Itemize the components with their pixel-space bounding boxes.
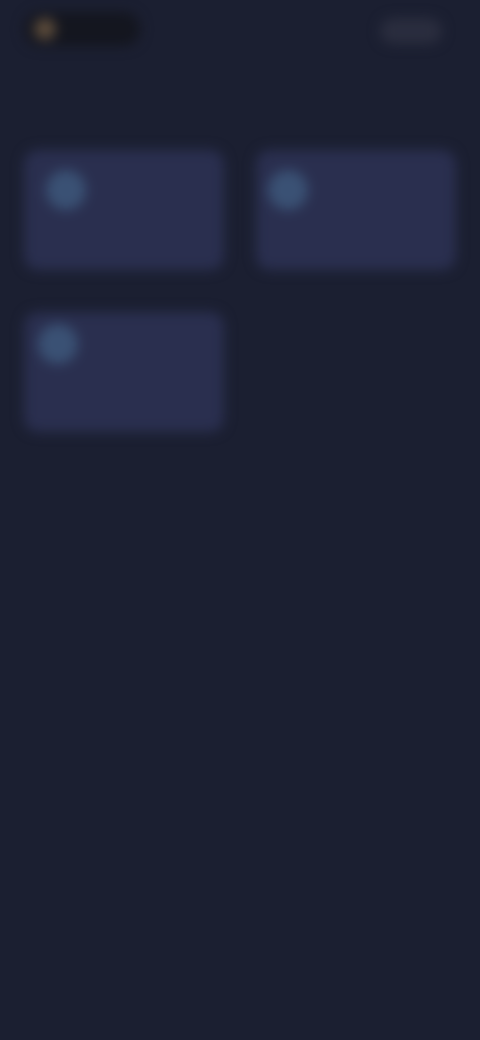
grid-card[interactable] <box>256 150 456 270</box>
app-icon <box>38 324 78 364</box>
top-action-button[interactable] <box>380 18 442 44</box>
brand[interactable] <box>24 12 140 46</box>
page-title <box>0 80 480 110</box>
app-icon <box>46 170 86 210</box>
logo-icon <box>34 18 56 40</box>
blurred-content <box>0 0 480 1040</box>
grid-card[interactable] <box>24 150 224 270</box>
top-bar <box>0 0 480 64</box>
app-icon <box>268 170 308 210</box>
grid-card[interactable] <box>24 312 224 432</box>
app-screen <box>0 0 480 1040</box>
